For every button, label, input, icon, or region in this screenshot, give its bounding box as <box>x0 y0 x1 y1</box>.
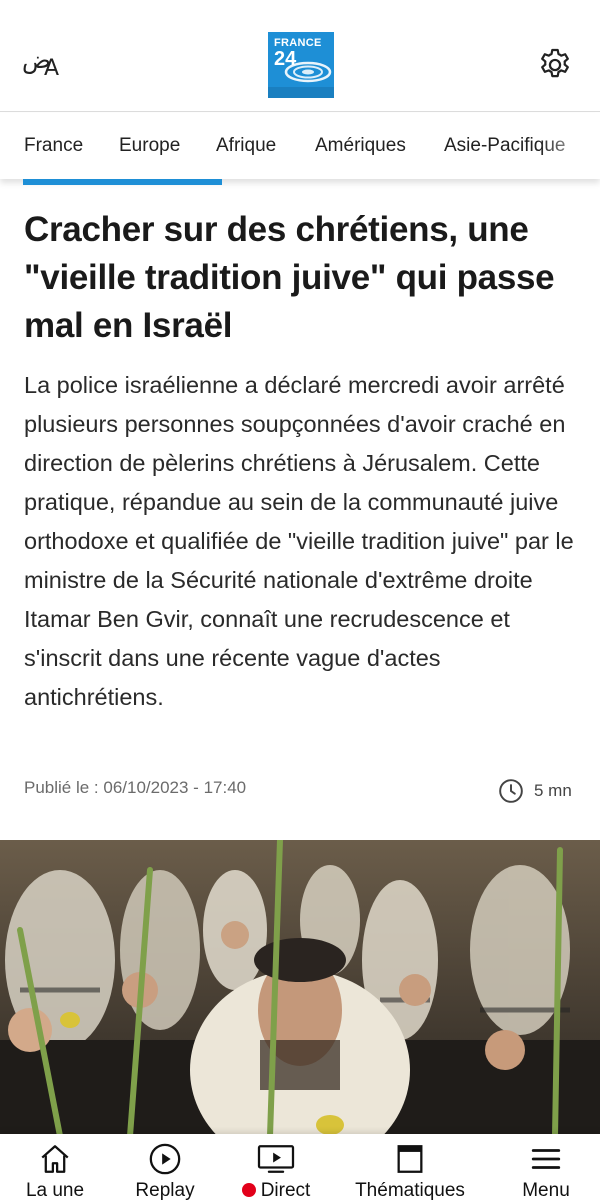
bottom-nav: La une Replay Direct Thématiques Menu <box>0 1134 600 1200</box>
clock-icon <box>499 779 523 803</box>
bottom-nav-menu[interactable]: Menu <box>504 1134 588 1200</box>
app-header: ض A FRANCE 24 <box>0 0 600 112</box>
category-tab-afrique[interactable]: Afrique <box>216 135 276 157</box>
bottom-nav-menu-label: Menu <box>522 1180 570 1200</box>
bottom-nav-themes-label: Thématiques <box>355 1180 465 1200</box>
bottom-nav-replay-label: Replay <box>135 1180 195 1200</box>
bottom-nav-direct-label: Direct <box>228 1180 324 1200</box>
language-button[interactable]: ض A <box>22 46 68 82</box>
category-tab-europe[interactable]: Europe <box>119 135 180 157</box>
bottom-nav-themes[interactable]: Thématiques <box>344 1134 476 1200</box>
bottom-nav-direct-text: Direct <box>260 1180 311 1200</box>
home-icon <box>41 1145 69 1173</box>
play-icon <box>149 1143 181 1175</box>
live-dot-icon <box>241 1183 256 1197</box>
language-icon-latin: A <box>44 56 60 81</box>
hamburger-icon <box>531 1149 561 1169</box>
france24-logo[interactable]: FRANCE 24 <box>268 32 334 98</box>
read-time: 5 mn <box>498 776 572 806</box>
category-tab-france[interactable]: France <box>24 135 83 157</box>
read-time-label: 5 mn <box>534 781 572 800</box>
article-photo-image <box>0 840 600 1136</box>
bottom-nav-direct[interactable]: Direct <box>228 1134 324 1200</box>
active-category-indicator <box>23 179 222 185</box>
tv-icon <box>257 1145 295 1173</box>
gear-icon <box>541 48 569 78</box>
bottom-nav-home-label: La une <box>25 1180 85 1200</box>
bottom-nav-replay[interactable]: Replay <box>122 1134 208 1200</box>
publish-date: Publié le : 06/10/2023 - 17:40 <box>24 778 247 797</box>
bookmark-icon <box>397 1145 423 1173</box>
article-lead: La police israélienne a déclaré mercredi… <box>24 372 574 710</box>
article-title: Cracher sur des chrétiens, une "vieille … <box>24 210 555 345</box>
bottom-nav-home[interactable]: La une <box>12 1134 98 1200</box>
category-tab-ameriques[interactable]: Amériques <box>315 135 406 157</box>
settings-button[interactable] <box>536 46 574 84</box>
nav-fade <box>540 113 600 179</box>
article-photo[interactable] <box>0 840 600 1136</box>
logo-line-2: 24 <box>274 48 297 70</box>
category-nav: France Europe Afrique Amériques Asie-Pac… <box>0 113 600 179</box>
